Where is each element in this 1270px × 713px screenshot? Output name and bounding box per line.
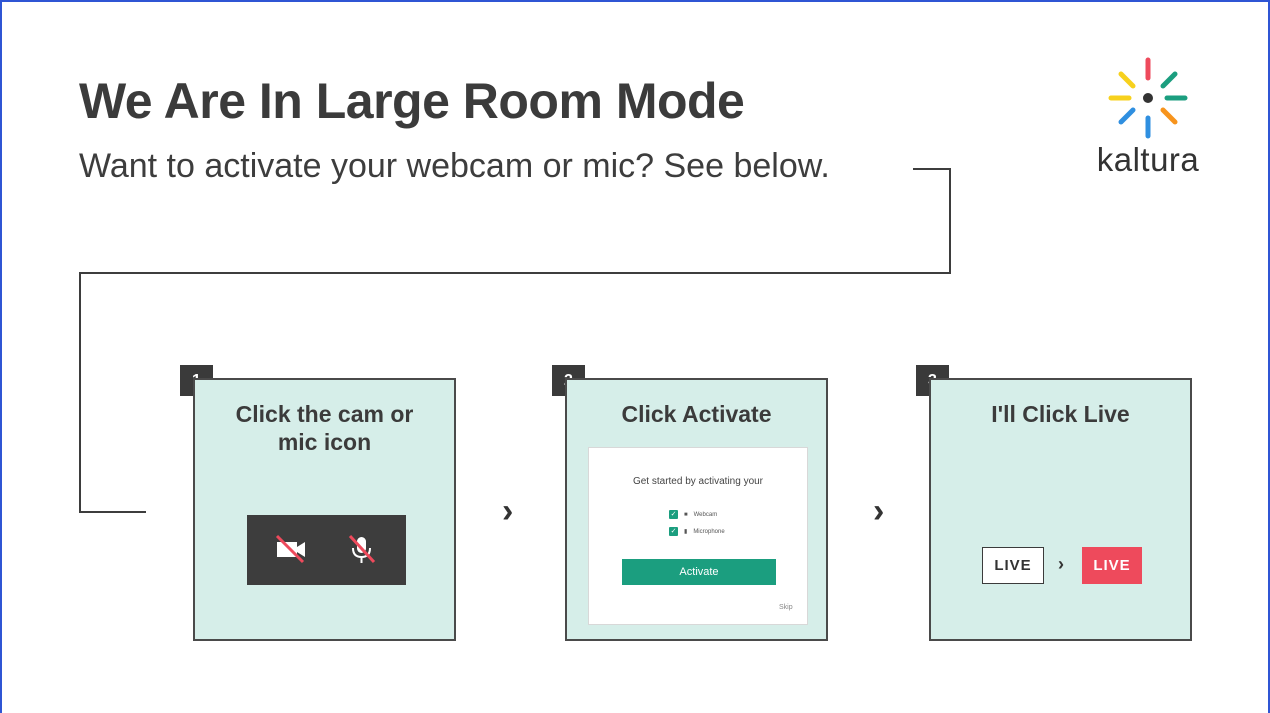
step-1-panel: Click the cam or mic icon (193, 378, 456, 641)
device-toolbar (247, 515, 406, 585)
activate-prompt: Get started by activating your (632, 476, 764, 487)
step-3-title: I'll Click Live (991, 401, 1130, 427)
microphone-checkbox[interactable]: ✓ (669, 527, 678, 536)
step-3-panel: I'll Click Live LIVE › LIVE (929, 378, 1192, 641)
step-arrow-2: › (873, 492, 885, 530)
step-2-panel: Click Activate Get started by activating… (565, 378, 828, 641)
microphone-option[interactable]: ✓ ▮ Microphone (669, 527, 725, 536)
kaltura-burst-icon (1108, 57, 1188, 139)
live-button-off[interactable]: LIVE (982, 547, 1044, 584)
webcam-option[interactable]: ✓ ■ Webcam (669, 510, 717, 519)
kaltura-wordmark: kaltura (1096, 141, 1200, 178)
live-transition: LIVE › LIVE (982, 547, 1144, 584)
step-arrow-1: › (502, 492, 514, 530)
live-button-on[interactable]: LIVE (1082, 547, 1142, 584)
webcam-label: Webcam (693, 511, 718, 518)
microphone-label: Microphone (693, 528, 725, 535)
activate-dialog: Get started by activating your ✓ ■ Webca… (588, 447, 808, 625)
step-2-title: Click Activate (621, 401, 772, 427)
webcam-checkbox[interactable]: ✓ (669, 510, 678, 519)
step-1-title: Click the cam or mic icon (195, 400, 454, 456)
step-1-title-line1: Click the cam or (235, 401, 414, 427)
microphone-small-icon: ▮ (684, 529, 688, 535)
mic-off-icon[interactable] (345, 532, 379, 566)
activate-button[interactable]: Activate (622, 559, 776, 585)
webcam-small-icon: ■ (684, 511, 688, 518)
skip-link[interactable]: Skip (779, 604, 793, 611)
kaltura-logo: kaltura (1088, 56, 1208, 186)
camera-off-icon[interactable] (273, 532, 309, 566)
chevron-right-icon: › (1058, 554, 1064, 574)
step-1-title-line2: mic icon (277, 429, 372, 455)
